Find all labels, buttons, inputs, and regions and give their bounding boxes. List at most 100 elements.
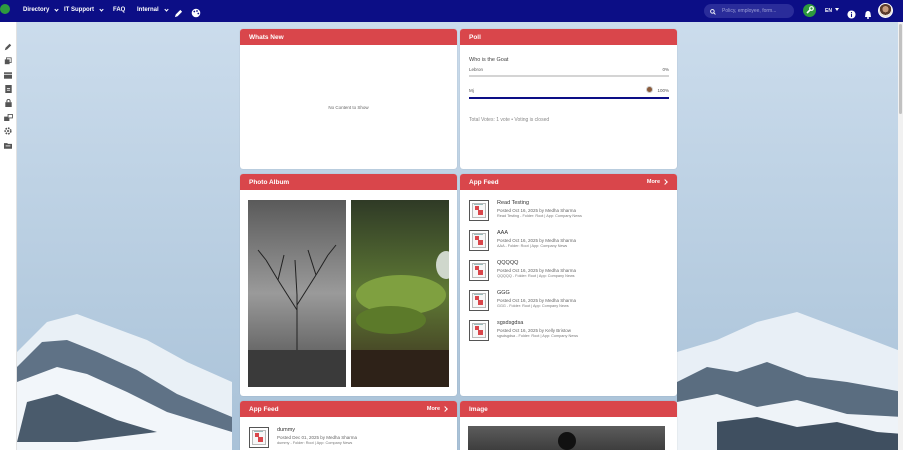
document-icon (469, 320, 489, 341)
image-card-photo[interactable] (468, 426, 665, 450)
poll-option-mj[interactable]: Mj 100% (469, 86, 669, 93)
image-card: Image (460, 401, 677, 450)
poll-header: Poll (460, 29, 677, 45)
photo-subject (558, 432, 576, 450)
feed-item-sub: sgsdsgdsa - Folder: Root | App: Company … (497, 334, 578, 338)
poll-option-lebron[interactable]: Lebron 0% (469, 67, 669, 72)
feed-item[interactable]: AAA Posted Oct 16, 2025 by Medha Sharma … (469, 230, 669, 254)
photo-album-header: Photo Album (240, 174, 457, 190)
search-box[interactable] (704, 4, 794, 18)
lock-icon[interactable] (2, 98, 14, 108)
album-photo-moss[interactable] (351, 200, 456, 387)
photo-album-title: Photo Album (249, 178, 290, 186)
nav-directory-label: Directory (23, 7, 50, 13)
more-label: More (426, 406, 440, 412)
poll-option-label: Mj (469, 88, 474, 93)
chevron-down-icon (835, 8, 839, 11)
users-icon[interactable] (2, 112, 14, 122)
empty-state-text: No Content to Show (328, 105, 369, 110)
document-icon[interactable] (2, 84, 14, 94)
poll-option-label: Lebron (469, 67, 484, 72)
poll-bar-lebron (469, 75, 669, 77)
nav-internal-label: Internal (137, 7, 159, 13)
album-photo-tree[interactable] (248, 200, 346, 387)
image-card-header: Image (460, 401, 677, 417)
bell-icon[interactable] (864, 6, 872, 24)
nav-faq[interactable]: FAQ (113, 7, 125, 13)
poll-status: Voting is closed (514, 117, 550, 123)
chevron-right-icon (442, 406, 448, 412)
app-feed-more-link[interactable]: More (426, 406, 448, 412)
nav-internal[interactable]: Internal (137, 6, 169, 13)
poll-footer: Total Votes: 1 vote • Voting is closed (469, 117, 549, 123)
poll-title: Poll (469, 33, 481, 41)
edit-icon[interactable] (2, 42, 14, 52)
poll-question: Who is the Goat (469, 57, 509, 63)
card-icon[interactable] (2, 70, 14, 80)
document-icon (469, 230, 489, 251)
poll-bar-mj (469, 97, 669, 99)
feed-item-sub: GGG - Folder: Root | App: Company News (497, 304, 569, 308)
feed-item-title[interactable]: Read Testing (497, 200, 529, 206)
image-card-title: Image (469, 405, 488, 413)
feed-item[interactable]: Read Testing Posted Oct 16, 2025 by Medh… (469, 200, 669, 224)
more-label: More (646, 179, 660, 185)
feed-item[interactable]: GGG Posted Oct 16, 2025 by Medha Sharma … (469, 290, 669, 314)
palette-icon[interactable] (191, 5, 201, 23)
feed-item-meta: Posted Oct 16, 2025 by Medha Sharma (497, 238, 577, 243)
feed-item-sub: dummy - Folder: Root | App: Company News (277, 441, 353, 445)
poll-card: Poll Who is the Goat Lebron 0% Mj 100% T… (460, 29, 677, 169)
feed-item-title[interactable]: dummy (277, 427, 295, 433)
wrench-button[interactable] (803, 4, 816, 17)
whats-new-card: Whats New No Content to Show (240, 29, 457, 169)
voter-avatar (646, 86, 653, 93)
app-feed-card-2: App Feed More dummy Posted Dec 01, 2025 … (240, 401, 457, 450)
app-feed-title: App Feed (469, 178, 499, 186)
feed-item-meta: Posted Dec 01, 2025 by Medha Sharma (277, 435, 358, 440)
nav-it-support-label: IT Support (64, 7, 94, 13)
chevron-down-icon (164, 6, 169, 12)
whats-new-title: Whats New (249, 33, 284, 41)
settings-icon[interactable] (2, 126, 14, 136)
feed-item[interactable]: QQQQQ Posted Oct 16, 2025 by Medha Sharm… (469, 260, 669, 284)
feed-item-title[interactable]: AAA (497, 230, 508, 236)
language-selector[interactable]: EN (825, 8, 832, 14)
app-feed-more-link[interactable]: More (646, 179, 668, 185)
whats-new-header: Whats New (240, 29, 457, 45)
feed-item-sub: AAA - Folder: Root | App: Company News (497, 244, 568, 248)
search-input[interactable] (722, 8, 788, 14)
info-icon[interactable] (847, 6, 856, 24)
photo-album-card: Photo Album (240, 174, 457, 396)
document-icon (469, 290, 489, 311)
pencil-icon[interactable] (174, 5, 183, 23)
layers-icon[interactable] (2, 56, 14, 66)
feed-item-title[interactable]: QQQQQ (497, 260, 518, 266)
document-icon (469, 260, 489, 281)
wrench-icon (806, 6, 814, 14)
folder-icon[interactable] (2, 140, 14, 150)
poll-total-votes: Total Votes: 1 vote (469, 117, 510, 123)
scrollbar-thumb[interactable] (899, 24, 902, 114)
feed-item-title[interactable]: GGG (497, 290, 510, 296)
chevron-down-icon (99, 6, 104, 12)
app-feed-header: App Feed More (460, 174, 677, 190)
chevron-down-icon (54, 6, 59, 12)
user-avatar[interactable] (878, 3, 893, 18)
top-navigation-bar: Directory IT Support FAQ Internal EN (0, 0, 903, 22)
feed-item[interactable]: sgsdsgdsa Posted Oct 16, 2025 by Kelly B… (469, 320, 669, 344)
app-feed-card: App Feed More Read Testing Posted Oct 16… (460, 174, 677, 396)
nav-faq-label: FAQ (113, 7, 126, 13)
search-icon (710, 2, 716, 20)
left-sidebar (0, 4, 17, 450)
feed-item-meta: Posted Oct 16, 2025 by Medha Sharma (497, 268, 577, 273)
nav-directory[interactable]: Directory (23, 6, 59, 13)
sidebar-green-indicator (0, 4, 10, 14)
feed-item-title[interactable]: sgsdsgdsa (497, 320, 523, 326)
feed-item-meta: Posted Oct 16, 2025 by Kelly Bristow (497, 328, 572, 333)
feed-item-meta: Posted Oct 16, 2025 by Medha Sharma (497, 298, 577, 303)
poll-bar-fill (469, 97, 669, 99)
document-icon (469, 200, 489, 221)
feed-item[interactable]: dummy Posted Dec 01, 2025 by Medha Sharm… (249, 427, 449, 450)
nav-it-support[interactable]: IT Support (64, 6, 104, 13)
app-feed-header: App Feed More (240, 401, 457, 417)
